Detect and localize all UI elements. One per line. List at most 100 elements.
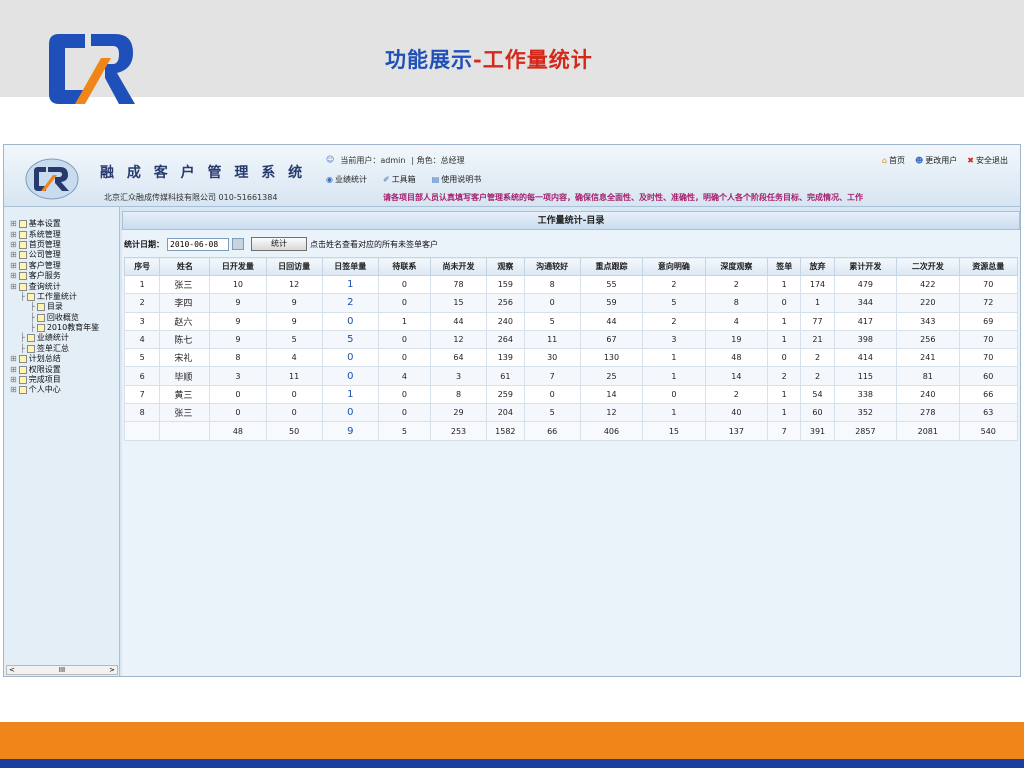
daily-sign-count[interactable]: 0 [321,403,379,423]
column-header[interactable]: 日开发量 [209,257,267,276]
daily-sign-count[interactable]: 1 [321,384,379,405]
toolbar-manual[interactable]: ▤ 使用说明书 [432,174,482,185]
sidebar-item-label: 公司管理 [28,250,61,260]
sidebar-item-label: 个人中心 [28,385,61,395]
sidebar-item[interactable]: ├ 签单汇总 [10,344,99,354]
column-header[interactable]: 姓名 [159,257,211,276]
employee-name-link[interactable]: 张三 [159,274,211,295]
expand-toggle-icon: ⊞ [10,229,17,239]
table-cell: 3 [123,311,161,331]
table-cell: 1 [767,329,802,350]
table-cell: 0 [377,384,431,405]
column-header[interactable]: 深度观察 [704,257,769,276]
table-cell: 1 [767,274,802,295]
calendar-icon[interactable] [232,238,244,250]
column-header[interactable]: 重点跟踪 [579,257,644,276]
table-cell: 0 [377,274,431,295]
column-header[interactable]: 签单 [767,257,802,276]
table-cell: 60 [800,403,835,423]
column-header[interactable]: 意向明确 [642,257,706,276]
toolbar-performance[interactable]: ◉ 业绩统计 [326,174,367,185]
table-row: 6 毕顺 3 11 0 4 3 61 7 25 1 14 2 2 115 81 60 [123,366,1019,386]
sidebar-scrollbar[interactable]: < III > [6,665,118,675]
sidebar-item[interactable]: ⊞ 客户服务 [10,271,99,281]
date-label: 统计日期： [124,239,164,249]
column-header[interactable]: 待联系 [377,257,431,276]
daily-sign-count[interactable]: 0 [321,311,379,331]
date-input[interactable] [167,237,229,251]
sidebar-item[interactable]: ├ 业绩统计 [10,333,99,343]
toolbar-toolbox[interactable]: ✐ 工具箱 [383,174,416,185]
daily-sign-count[interactable]: 2 [321,293,379,313]
column-header[interactable]: 尚未开发 [429,257,488,276]
home-icon: ⌂ [881,156,887,165]
column-header[interactable]: 累计开发 [833,257,898,276]
table-cell: 15 [429,293,488,313]
table-cell: 3 [209,366,267,386]
sidebar-item[interactable]: ⊞ 系统管理 [10,229,99,239]
table-row: 4 陈七 9 5 5 0 12 264 11 67 3 19 1 21 398 256 70 [123,329,1019,350]
daily-sign-count[interactable]: 0 [321,348,379,368]
daily-sign-count[interactable]: 5 [321,329,379,350]
total-cell: 66 [523,421,581,441]
scroll-right-arrow[interactable]: > [109,666,115,674]
folder-icon [18,261,27,270]
sidebar-item[interactable]: ├ 目录 [10,302,99,312]
link-change-user[interactable]: ☻ 更改用户 [915,155,957,166]
daily-sign-count[interactable]: 1 [321,274,379,295]
employee-name-link[interactable]: 张三 [159,403,211,423]
total-cell[interactable]: 9 [321,421,379,441]
tree-line-icon: ├ [20,333,25,343]
total-cell [123,421,161,441]
current-role: | 角色：总经理 [411,156,465,165]
sidebar-item[interactable]: ⊞ 个人中心 [10,385,99,395]
employee-name-link[interactable]: 黄三 [159,384,211,405]
employee-name-link[interactable]: 陈七 [159,329,211,350]
sidebar-item[interactable]: ⊞ 首页管理 [10,240,99,250]
sidebar-item[interactable]: ⊞ 计划总结 [10,354,99,364]
column-header[interactable]: 观察 [486,257,525,276]
column-header[interactable]: 放弃 [800,257,835,276]
column-header[interactable]: 沟通较好 [523,257,581,276]
sidebar-item[interactable]: ⊞ 基本设置 [10,219,99,229]
table-row: 3 赵六 9 9 0 1 44 240 5 44 2 4 1 77 417 343 69 [123,311,1019,331]
sidebar-item[interactable]: ├ 2010教育年鉴 [10,323,99,333]
table-cell: 0 [377,348,431,368]
sidebar-item[interactable]: ⊞ 权限设置 [10,364,99,374]
sidebar-item[interactable]: ⊞ 查询统计 [10,281,99,291]
total-cell: 406 [579,421,644,441]
link-logout[interactable]: ✖ 安全退出 [967,155,1008,166]
table-cell: 8 [523,274,581,295]
daily-sign-count[interactable]: 0 [321,366,379,386]
employee-name-link[interactable]: 李四 [159,293,211,313]
employee-name-link[interactable]: 赵六 [159,311,211,331]
stat-button[interactable]: 统计 [251,237,307,251]
column-header[interactable]: 序号 [123,257,161,276]
sidebar-item[interactable]: ⊞ 完成项目 [10,375,99,385]
employee-name-link[interactable]: 毕顺 [159,366,211,386]
table-row: 7 黄三 0 0 1 0 8 259 0 14 0 2 1 54 338 240 66 [123,384,1019,405]
sidebar-item[interactable]: ⊞ 公司管理 [10,250,99,260]
folder-icon [18,230,27,239]
link-home[interactable]: ⌂ 首页 [882,155,905,166]
link-change-user-label: 更改用户 [925,156,958,165]
employee-name-link[interactable]: 宋礼 [159,348,211,368]
slide-title: 功能展示-工作量统计 [385,44,593,74]
sidebar-item[interactable]: ├ 工作量统计 [10,292,99,302]
main-panel: 工作量统计-目录 统计日期： 统计 点击姓名查看对应的所有未签单客户 序号姓名日… [122,211,1020,676]
column-header[interactable]: 二次开发 [896,257,960,276]
scroll-thumb[interactable]: III [59,666,65,674]
column-header[interactable]: 日回访量 [265,257,323,276]
column-header[interactable]: 日签单量 [321,257,379,276]
table-cell: 69 [958,311,1019,331]
table-cell: 5 [523,403,581,423]
table-cell: 256 [486,293,525,313]
sidebar-item[interactable]: ├ 回收概览 [10,313,99,323]
sidebar-item[interactable]: ⊞ 客户管理 [10,261,99,271]
table-cell: 220 [896,293,960,313]
column-header[interactable]: 资源总量 [958,257,1019,276]
folder-icon [18,365,27,374]
table-cell: 64 [429,348,488,368]
scroll-left-arrow[interactable]: < [9,666,15,674]
total-cell: 391 [800,421,835,441]
